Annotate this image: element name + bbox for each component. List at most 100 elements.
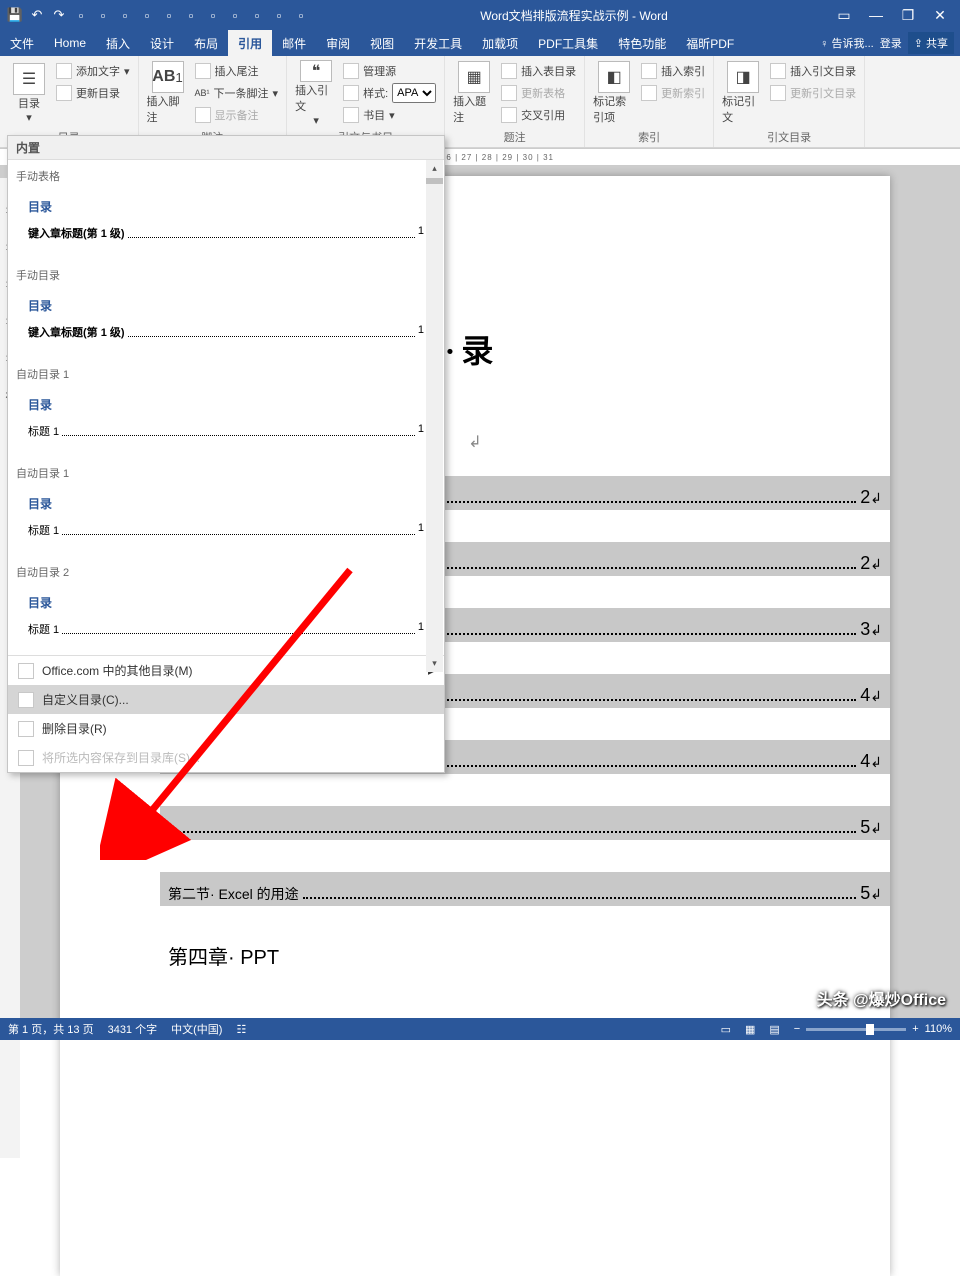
insert-caption-button[interactable]: ▦插入题注 (453, 60, 495, 126)
scroll-down-icon[interactable]: ▾ (426, 655, 443, 672)
manage-sources-button[interactable]: 管理源 (343, 60, 436, 82)
bibliography-button[interactable]: 书目 ▾ (343, 104, 436, 126)
add-text-button[interactable]: 添加文字 ▾ (56, 60, 130, 82)
tab-layout[interactable]: 布局 (184, 30, 228, 56)
tab-file[interactable]: 文件 (0, 30, 44, 56)
toc-gallery-item[interactable]: 目录 标题 11 (8, 386, 444, 457)
caption-icon: ▦ (458, 61, 490, 93)
share-button[interactable]: ⇪ 共享 (908, 32, 954, 54)
update-toa-button[interactable]: 更新引文目录 (770, 82, 856, 104)
index-icon: ◧ (598, 61, 630, 93)
close-icon[interactable]: ✕ (928, 7, 952, 24)
tab-addins[interactable]: 加载项 (472, 30, 528, 56)
ribbon-tabs: 文件 Home 插入 设计 布局 引用 邮件 审阅 视图 开发工具 加载项 PD… (0, 30, 960, 56)
update-index-button[interactable]: 更新索引 (641, 82, 705, 104)
qat-icon[interactable]: ▫ (226, 6, 244, 24)
tab-special[interactable]: 特色功能 (608, 30, 676, 56)
zoom-slider[interactable] (806, 1028, 906, 1031)
tab-developer[interactable]: 开发工具 (404, 30, 472, 56)
office-icon (18, 663, 34, 679)
toc-entry: 第四章· PPT (160, 938, 890, 972)
qat-icon[interactable]: ▫ (270, 6, 288, 24)
save-icon[interactable]: 💾 (6, 6, 24, 24)
menu-scrollbar[interactable]: ▴ ▾ (426, 160, 443, 672)
tab-insert[interactable]: 插入 (96, 30, 140, 56)
group-index: ◧标记索引项 插入索引 更新索引 索引 (585, 56, 714, 147)
zoom-out-icon[interactable]: − (794, 1023, 800, 1035)
login-link[interactable]: 登录 (880, 35, 902, 51)
redo-icon[interactable]: ↷ (50, 6, 68, 24)
zoom-in-icon[interactable]: + (912, 1023, 918, 1035)
style-select[interactable]: APA (392, 83, 436, 103)
update-toc-button[interactable]: 更新目录 (56, 82, 130, 104)
insert-citation-button[interactable]: ❝插入引文▾ (295, 60, 337, 126)
toc-entry: 5↲ (160, 806, 890, 840)
qat-icon[interactable]: ▫ (160, 6, 178, 24)
qat-icon[interactable]: ▫ (182, 6, 200, 24)
restore-icon[interactable]: ❐ (896, 7, 920, 24)
undo-icon[interactable]: ↶ (28, 6, 46, 24)
menu-remove-toc[interactable]: 删除目录(R) (8, 714, 444, 743)
toc-button[interactable]: ☰ 目录▾ (8, 60, 50, 126)
qat-icon[interactable]: ▫ (248, 6, 266, 24)
view-read-icon[interactable]: ▭ (721, 1023, 731, 1036)
toc-gallery-item[interactable]: 目录 标题 11 (8, 485, 444, 556)
mark-citation-button[interactable]: ◨标记引文 (722, 60, 764, 126)
insert-toa-button[interactable]: 插入引文目录 (770, 60, 856, 82)
qat-icon[interactable]: ▫ (292, 6, 310, 24)
menu-save-toc: 将所选内容保存到目录库(S)... (8, 743, 444, 772)
status-words[interactable]: 3431 个字 (108, 1021, 158, 1037)
insert-table-figures-button[interactable]: 插入表目录 (501, 60, 576, 82)
update-table-button[interactable]: 更新表格 (501, 82, 576, 104)
next-footnote-button[interactable]: AB¹下一条脚注 ▾ (195, 82, 279, 104)
toc-entry: 第二节· Excel 的用途5↲ (160, 872, 890, 906)
menu-builtin-label: 内置 (8, 136, 444, 160)
show-notes-button[interactable]: 显示备注 (195, 104, 279, 126)
toc-gallery-item[interactable]: 目录 键入章标题(第 1 级)1 (8, 188, 444, 259)
menu-cat-auto1: 自动目录 1 (8, 358, 444, 386)
zoom-level[interactable]: 110% (925, 1023, 952, 1035)
watermark: 头条 @爆炒Office (817, 986, 946, 1010)
footnote-icon: AB1 (152, 61, 184, 93)
citation-icon: ❝ (300, 60, 332, 82)
toc-dropdown-menu: 内置 手动表格 目录 键入章标题(第 1 级)1 手动目录 目录 键入章标题(第… (7, 135, 445, 773)
qat-icon[interactable]: ▫ (94, 6, 112, 24)
minimize-icon[interactable]: ― (864, 7, 888, 24)
tab-foxit[interactable]: 福昕PDF (676, 30, 744, 56)
save-gallery-icon (18, 750, 34, 766)
tab-design[interactable]: 设计 (140, 30, 184, 56)
window-title: Word文档排版流程实战示例 - Word (316, 7, 832, 24)
citation-style[interactable]: 样式: APA (343, 82, 436, 104)
menu-cat-auto2: 自动目录 2 (8, 556, 444, 584)
tab-home[interactable]: Home (44, 30, 96, 56)
tab-review[interactable]: 审阅 (316, 30, 360, 56)
quick-access-toolbar: 💾 ↶ ↷ ▫ ▫ ▫ ▫ ▫ ▫ ▫ ▫ ▫ ▫ ▫ (0, 6, 316, 24)
scroll-up-icon[interactable]: ▴ (426, 160, 443, 177)
doc-icon (18, 692, 34, 708)
qat-icon[interactable]: ▫ (72, 6, 90, 24)
tab-references[interactable]: 引用 (228, 30, 272, 56)
ribbon-options-icon[interactable]: ▭ (832, 7, 856, 24)
view-print-icon[interactable]: ▦ (745, 1023, 755, 1036)
tab-view[interactable]: 视图 (360, 30, 404, 56)
insert-endnote-button[interactable]: 插入尾注 (195, 60, 279, 82)
toc-gallery-item[interactable]: 目录 键入章标题(第 1 级)1 (8, 287, 444, 358)
tab-pdf[interactable]: PDF工具集 (528, 30, 608, 56)
menu-more-office[interactable]: Office.com 中的其他目录(M)▸ (8, 656, 444, 685)
qat-icon[interactable]: ▫ (138, 6, 156, 24)
tab-mailings[interactable]: 邮件 (272, 30, 316, 56)
view-web-icon[interactable]: ▤ (769, 1023, 779, 1036)
qat-icon[interactable]: ▫ (116, 6, 134, 24)
insert-index-button[interactable]: 插入索引 (641, 60, 705, 82)
mark-entry-button[interactable]: ◧标记索引项 (593, 60, 635, 126)
toc-gallery-item[interactable]: 目录 标题 11 (8, 584, 444, 655)
status-lang[interactable]: 中文(中国) (171, 1021, 222, 1037)
status-macro-icon[interactable]: ☷ (236, 1023, 246, 1036)
status-page[interactable]: 第 1 页，共 13 页 (8, 1021, 94, 1037)
qat-icon[interactable]: ▫ (204, 6, 222, 24)
cross-reference-button[interactable]: 交叉引用 (501, 104, 576, 126)
insert-footnote-button[interactable]: AB1 插入脚注 (147, 60, 189, 126)
group-footnotes: AB1 插入脚注 插入尾注 AB¹下一条脚注 ▾ 显示备注 脚注 (139, 56, 288, 147)
tell-me[interactable]: ♀ 告诉我... (820, 35, 873, 51)
menu-custom-toc[interactable]: 自定义目录(C)... (8, 685, 444, 714)
